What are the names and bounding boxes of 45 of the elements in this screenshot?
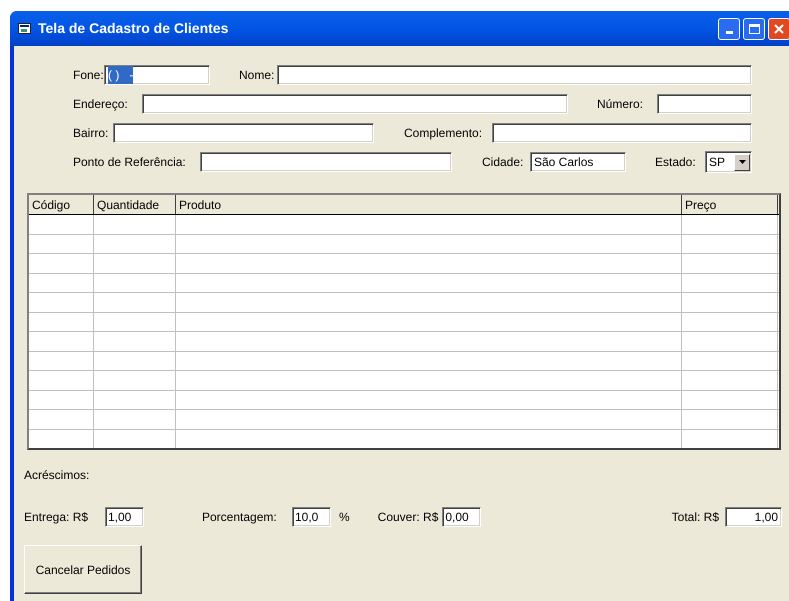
field-label: Ponto de Referência: — [73, 154, 187, 171]
text-field[interactable]: 10,0 — [292, 507, 331, 527]
minimize-button[interactable] — [718, 18, 740, 40]
column-header[interactable]: Quantidade — [94, 195, 176, 214]
cancel-orders-button[interactable]: Cancelar Pedidos — [24, 545, 142, 594]
state-dropdown[interactable]: SP — [705, 151, 752, 173]
field-label: Entrega: R$ — [24, 509, 90, 526]
maximize-button[interactable] — [743, 18, 765, 40]
minimize-icon — [726, 30, 732, 34]
dropdown-value: SP — [709, 155, 726, 169]
close-icon — [774, 24, 784, 34]
total-field[interactable]: 1,00 — [725, 507, 782, 527]
maximize-icon — [748, 24, 760, 34]
text-field[interactable] — [657, 94, 752, 114]
close-button[interactable] — [768, 18, 789, 40]
caret-icon — [738, 160, 746, 164]
text-field[interactable] — [492, 123, 752, 143]
field-label: Estado: — [655, 154, 697, 171]
text-field[interactable]: São Carlos — [530, 152, 626, 172]
window-icon — [18, 23, 31, 34]
field-label: Bairro: — [73, 125, 110, 142]
text-field[interactable]: ( ) - — [104, 65, 210, 85]
field-value: ( ) - — [108, 66, 134, 84]
field-label: Endereço: — [73, 96, 129, 113]
field-label: Fone: — [73, 67, 104, 84]
field-value: São Carlos — [534, 154, 594, 171]
column-header[interactable]: Código — [29, 195, 94, 214]
field-label: Nome: — [239, 67, 276, 84]
text-field[interactable] — [113, 123, 374, 143]
text-field[interactable] — [277, 65, 752, 85]
field-label: Número: — [597, 96, 644, 113]
percent-label: % — [339, 509, 350, 526]
field-label: Cidade: — [482, 154, 524, 171]
section-label: Acréscimos: — [24, 467, 90, 484]
field-label: Complemento: — [404, 125, 484, 142]
text-field[interactable] — [200, 152, 452, 172]
field-label: Porcentagem: — [202, 509, 278, 526]
text-field[interactable] — [142, 94, 568, 114]
field-label: Couver: R$ — [378, 509, 440, 526]
column-header[interactable]: Preço — [682, 195, 778, 214]
total-label: Total: R$ — [672, 509, 720, 526]
window-title: Tela de Cadastro de Clientes — [38, 19, 230, 38]
text-field[interactable]: 1,00 — [105, 507, 144, 527]
text-field[interactable]: 0,00 — [442, 507, 482, 527]
column-header[interactable]: Produto — [176, 195, 682, 214]
